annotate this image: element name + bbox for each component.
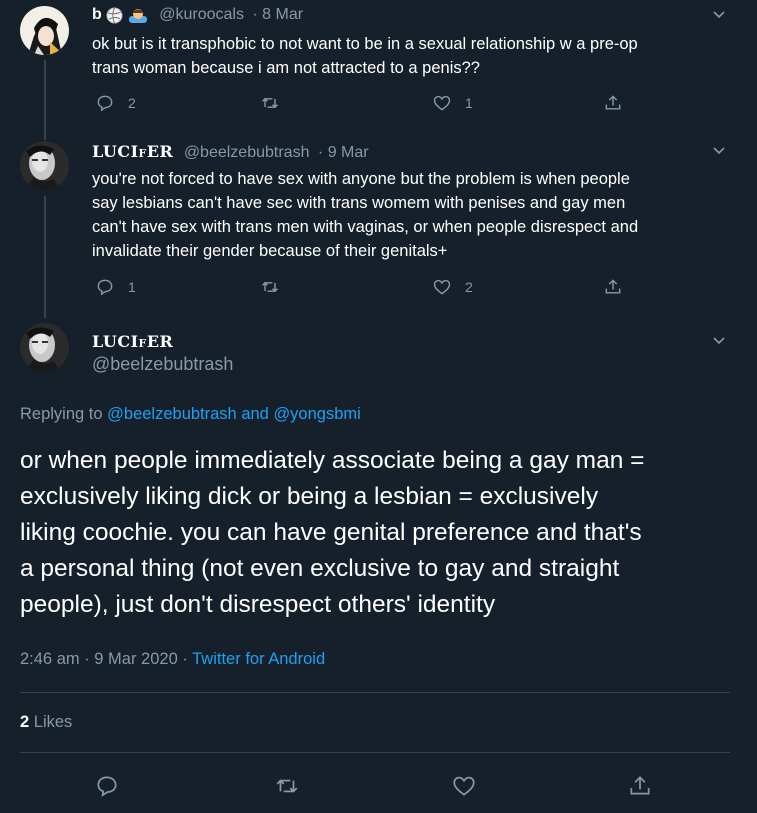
divider bbox=[20, 692, 730, 693]
tweet1-like-button[interactable]: 1 bbox=[432, 92, 473, 114]
tweet2-share-button[interactable] bbox=[603, 276, 623, 298]
tweet-time-link[interactable]: 2:46 am bbox=[20, 650, 80, 668]
b-glyph-icon: b bbox=[92, 6, 102, 23]
tweet2-like-count: 2 bbox=[465, 279, 473, 295]
likes-count: 2 bbox=[20, 713, 30, 731]
chevron-down-icon[interactable] bbox=[711, 142, 727, 158]
replying-to: Replying to @beelzebubtrash and @yongsbm… bbox=[20, 405, 361, 424]
reply-icon bbox=[97, 95, 113, 112]
main-tweet-display-name[interactable]: LUCIfER bbox=[92, 332, 173, 351]
chevron-down-icon[interactable] bbox=[711, 332, 727, 348]
share-icon bbox=[605, 95, 621, 110]
main-tweet-text-line5: people), just don't disrespect others' i… bbox=[20, 591, 496, 618]
tweet1-text: ok but is it transphobic to not want to … bbox=[92, 32, 638, 80]
tweet2-text-line2: say lesbians can't have sec with trans w… bbox=[92, 194, 626, 212]
tweet2-text: you're not forced to have sex with anyon… bbox=[92, 167, 638, 263]
tweet2-handle[interactable]: @beelzebubtrash bbox=[184, 144, 310, 161]
main-tweet-text-line2: exclusively liking dick or being a lesbi… bbox=[20, 483, 599, 510]
main-tweet-handle[interactable]: @beelzebubtrash bbox=[92, 354, 233, 375]
replying-and[interactable]: and bbox=[237, 405, 274, 423]
tweet1-header: b @kuroocals · 8 Mar bbox=[92, 6, 303, 24]
tweet1-share-button[interactable] bbox=[603, 92, 623, 114]
tweet2-date[interactable]: · 9 Mar bbox=[318, 144, 369, 161]
tweet1-text-line2: trans woman because i am not attracted t… bbox=[92, 59, 480, 77]
tweet1-date[interactable]: · 8 Mar bbox=[252, 6, 303, 23]
chevron-down-icon[interactable] bbox=[711, 6, 727, 22]
main-tweet-text-line3: liking coochie. you can have genital pre… bbox=[20, 519, 642, 546]
tweet2-header: LUCIfER @beelzebubtrash · 9 Mar bbox=[92, 142, 369, 162]
main-tweet-text-line1: or when people immediately associate bei… bbox=[20, 447, 645, 474]
main-tweet-timestamp: 2:46 am · 9 Mar 2020 · Twitter for Andro… bbox=[20, 650, 325, 669]
bowing-person-icon bbox=[128, 8, 147, 23]
tweet1-handle[interactable]: @kuroocals bbox=[159, 6, 244, 23]
tweet1-like-count: 1 bbox=[465, 95, 473, 111]
reply-icon bbox=[97, 279, 113, 296]
main-tweet-text: or when people immediately associate bei… bbox=[20, 443, 644, 623]
tweet2-text-line1: you're not forced to have sex with anyon… bbox=[92, 170, 630, 188]
tweet1-reply-count: 2 bbox=[128, 95, 136, 111]
avatar-portrait-icon bbox=[20, 141, 69, 190]
like-icon[interactable] bbox=[451, 773, 477, 799]
tweet2-text-line4: invalidate their gender because of their… bbox=[92, 242, 448, 260]
main-tweet-text-line4: a personal thing (not even exclusive to … bbox=[20, 555, 620, 582]
avatar-kuroocals[interactable] bbox=[20, 6, 69, 55]
retweet-icon bbox=[261, 281, 279, 293]
tweet1-text-line1: ok but is it transphobic to not want to … bbox=[92, 35, 638, 53]
share-icon bbox=[605, 279, 621, 294]
tweet2-text-line3: can't have sex with trans men with vagin… bbox=[92, 218, 639, 236]
avatar-beelzebubtrash-main[interactable] bbox=[20, 323, 69, 372]
tweet1-display-name-icons[interactable]: b bbox=[92, 6, 149, 24]
avatar-anime-icon bbox=[20, 6, 69, 55]
divider bbox=[20, 752, 730, 753]
likes-stat[interactable]: 2 Likes bbox=[20, 713, 72, 732]
tweet-date-link[interactable]: · 9 Mar 2020 · bbox=[84, 650, 188, 668]
share-icon[interactable] bbox=[627, 773, 653, 799]
likes-label: Likes bbox=[33, 713, 73, 731]
replying-prefix: Replying to bbox=[20, 405, 108, 423]
tweet1-retweet-button[interactable] bbox=[260, 92, 280, 114]
tweet-source-link[interactable]: Twitter for Android bbox=[192, 650, 325, 668]
like-icon bbox=[433, 95, 451, 111]
replying-user-link[interactable]: @yongsbmi bbox=[273, 405, 360, 423]
tweet2-reply-count: 1 bbox=[128, 279, 136, 295]
replying-user-link[interactable]: @beelzebubtrash bbox=[107, 405, 237, 423]
thread-line bbox=[44, 60, 46, 140]
tweet2-retweet-button[interactable] bbox=[260, 276, 280, 298]
reply-icon[interactable] bbox=[94, 773, 120, 799]
tweet1-reply-button[interactable]: 2 bbox=[95, 92, 136, 114]
retweet-icon bbox=[261, 97, 279, 109]
tweet2-reply-button[interactable]: 1 bbox=[95, 276, 136, 298]
avatar-beelzebubtrash[interactable] bbox=[20, 141, 69, 190]
avatar-portrait-icon bbox=[20, 323, 69, 372]
like-icon bbox=[433, 279, 451, 295]
volleyball-icon bbox=[106, 7, 123, 23]
retweet-icon[interactable] bbox=[274, 773, 300, 799]
thread-line bbox=[44, 196, 46, 318]
tweet2-display-name[interactable]: LUCIfER bbox=[92, 142, 173, 161]
tweet2-like-button[interactable]: 2 bbox=[432, 276, 473, 298]
